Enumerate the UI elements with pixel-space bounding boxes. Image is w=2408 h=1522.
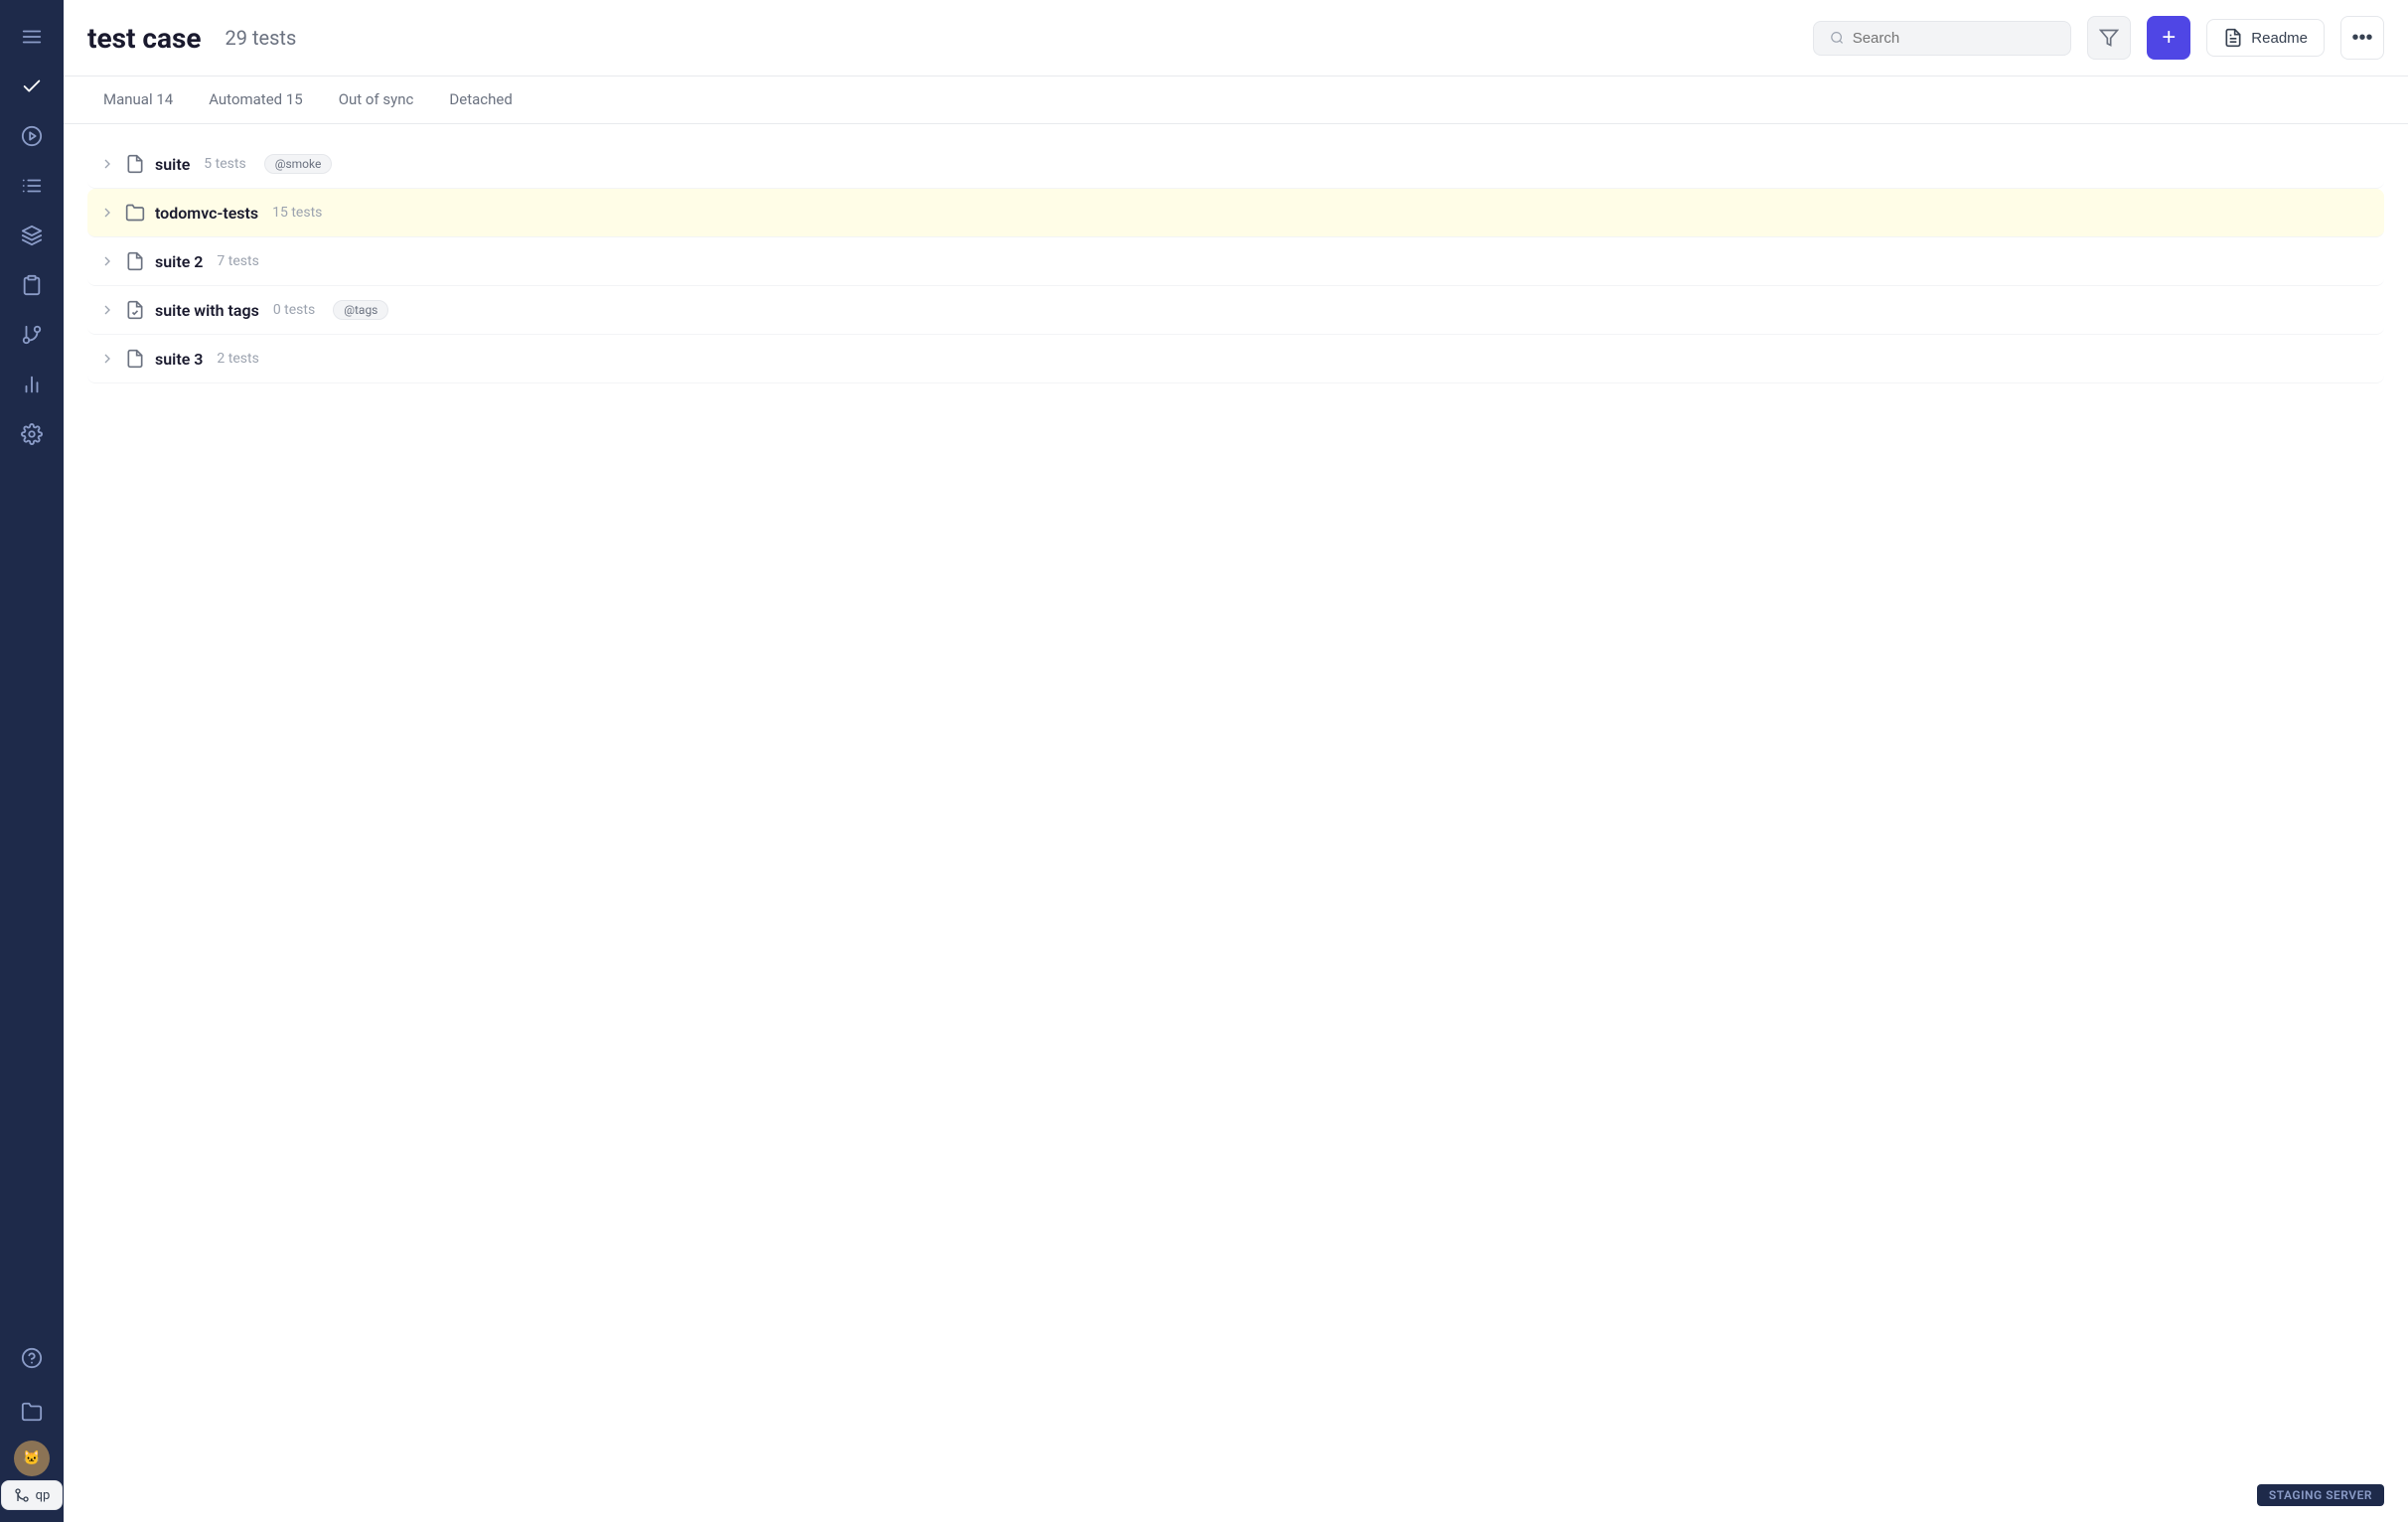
file-icon	[125, 349, 145, 369]
add-button[interactable]: +	[2147, 16, 2190, 60]
folder-icon	[125, 203, 145, 223]
suite-row[interactable]: suite with tags 0 tests @tags	[87, 286, 2384, 335]
content-area: suite 5 tests @smoke todomvc-tests 15 te…	[64, 124, 2408, 1522]
chevron-right-icon	[99, 253, 115, 269]
filter-button[interactable]	[2087, 16, 2131, 60]
avatar[interactable]: 🐱	[14, 1441, 50, 1476]
suite-name: suite 3	[155, 350, 203, 369]
suite-tag: @smoke	[264, 154, 333, 174]
chevron-right-icon	[99, 302, 115, 318]
help-icon[interactable]	[10, 1336, 54, 1380]
suite-name: todomvc-tests	[155, 204, 258, 223]
tab-out-of-sync[interactable]: Out of sync	[323, 76, 430, 124]
chevron-right-icon	[99, 156, 115, 172]
sidebar: 🐱 qp	[0, 0, 64, 1522]
page-title: test case	[87, 22, 202, 55]
suite-row[interactable]: todomvc-tests 15 tests	[87, 189, 2384, 237]
check-icon[interactable]	[10, 65, 54, 108]
clipboard-icon[interactable]	[10, 263, 54, 307]
header: test case 29 tests + Readme •••	[64, 0, 2408, 76]
suite-name: suite	[155, 155, 190, 174]
more-button[interactable]: •••	[2340, 16, 2384, 60]
suite-row[interactable]: suite 2 7 tests	[87, 237, 2384, 286]
staging-badge: STAGING SERVER	[2257, 1484, 2384, 1506]
menu-icon[interactable]	[10, 15, 54, 59]
play-icon[interactable]	[10, 114, 54, 158]
suite-name: suite with tags	[155, 301, 259, 320]
test-count: 29 tests	[226, 26, 297, 50]
list-icon[interactable]	[10, 164, 54, 208]
suite-count: 15 tests	[272, 205, 322, 221]
main-content: test case 29 tests + Readme ••• Manual 1…	[64, 0, 2408, 1522]
tabs-bar: Manual 14 Automated 15 Out of sync Detac…	[64, 76, 2408, 124]
tab-detached[interactable]: Detached	[433, 76, 527, 124]
file-icon	[125, 251, 145, 271]
file-icon	[125, 154, 145, 174]
git-branch-icon[interactable]	[10, 313, 54, 357]
suite-count: 0 tests	[273, 302, 315, 318]
bar-chart-icon[interactable]	[10, 363, 54, 406]
suite-count: 7 tests	[217, 253, 258, 269]
suite-row[interactable]: suite 5 tests @smoke	[87, 140, 2384, 189]
search-input[interactable]	[1853, 30, 2055, 47]
suite-count: 2 tests	[217, 351, 258, 367]
chevron-right-icon	[99, 351, 115, 367]
tab-manual[interactable]: Manual 14	[87, 76, 189, 124]
search-box[interactable]	[1813, 21, 2071, 56]
suite-row[interactable]: suite 3 2 tests	[87, 335, 2384, 383]
git-button[interactable]: qp	[1, 1480, 64, 1510]
suite-count: 5 tests	[204, 156, 245, 172]
suite-tag: @tags	[333, 300, 388, 320]
search-icon	[1830, 30, 1844, 46]
tab-automated[interactable]: Automated 15	[193, 76, 319, 124]
suite-name: suite 2	[155, 252, 203, 271]
file-check-icon	[125, 300, 145, 320]
layers-icon[interactable]	[10, 214, 54, 257]
chevron-right-icon	[99, 205, 115, 221]
folder-icon[interactable]	[10, 1390, 54, 1434]
readme-button[interactable]: Readme	[2206, 19, 2325, 57]
settings-icon[interactable]	[10, 412, 54, 456]
